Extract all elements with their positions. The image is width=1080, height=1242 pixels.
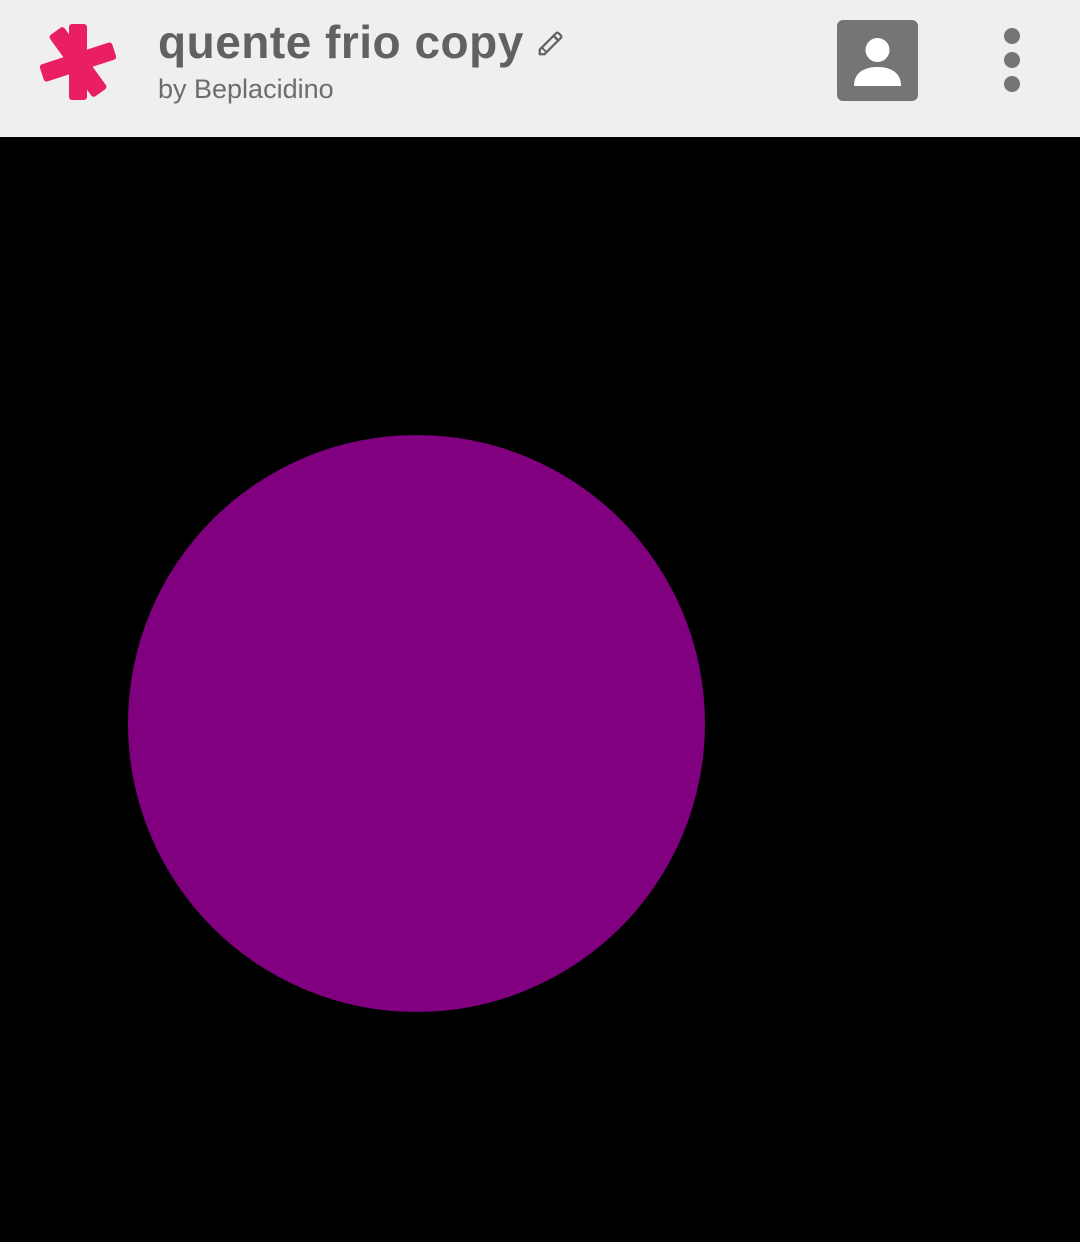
project-title: quente frio copy: [158, 16, 524, 68]
profile-button[interactable]: [837, 20, 918, 101]
asterisk-logo-icon[interactable]: [36, 22, 120, 102]
more-options-button[interactable]: [990, 22, 1034, 98]
sketch-canvas[interactable]: [0, 137, 1080, 1242]
account-box-icon: [854, 38, 901, 86]
app-header: quente frio copy by Beplacidino: [0, 0, 1080, 137]
purple-circle: [128, 435, 705, 1012]
title-block: quente frio copy by Beplacidino: [158, 12, 566, 105]
pencil-icon[interactable]: [536, 28, 566, 58]
more-vertical-icon: [1004, 28, 1020, 92]
author-subtitle: by Beplacidino: [158, 74, 334, 104]
title-row: quente frio copy: [158, 12, 566, 72]
